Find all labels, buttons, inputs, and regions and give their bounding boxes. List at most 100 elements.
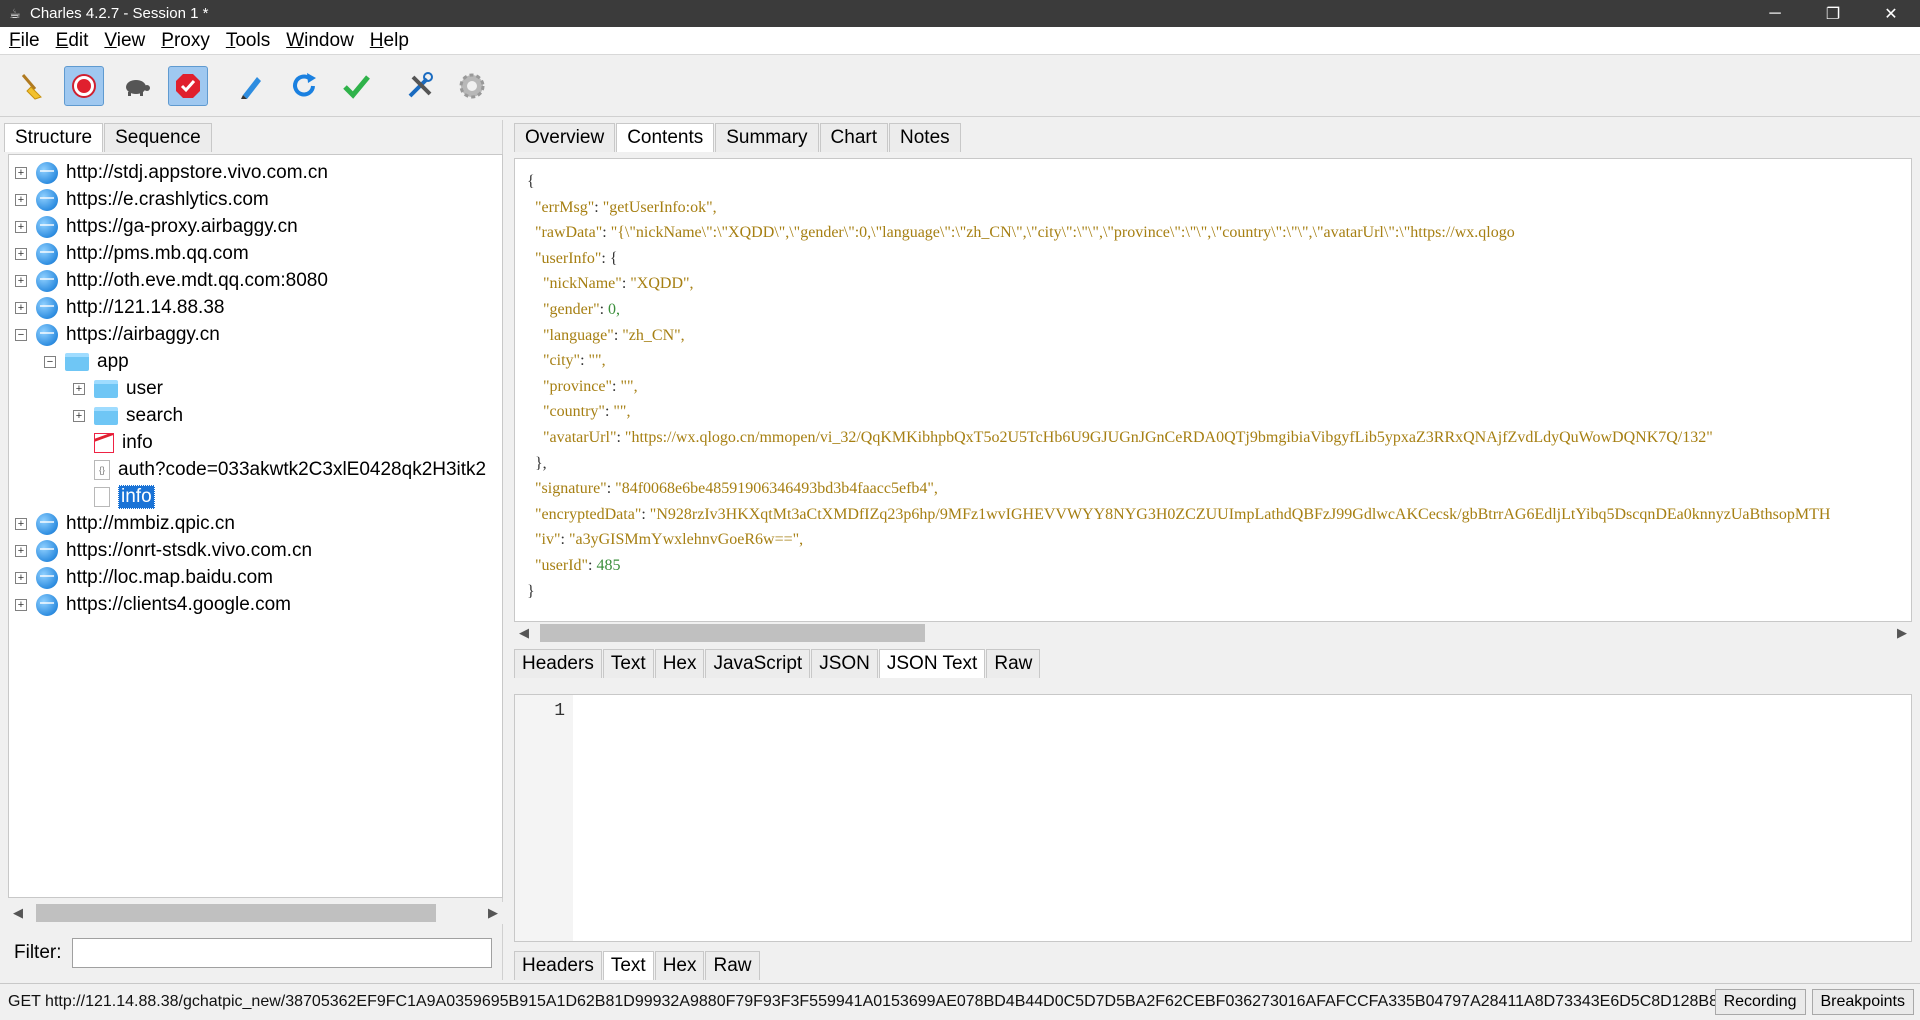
menu-mnemonic: E [55,29,69,51]
filter-input[interactable] [71,938,492,968]
expand-icon[interactable]: + [15,220,27,233]
expand-icon[interactable]: + [15,544,27,557]
expand-icon[interactable]: + [73,409,85,422]
folder-icon [94,406,118,425]
tree-node[interactable]: + http://121.14.88.38 [15,294,224,321]
request-tab-javascript[interactable]: JavaScript [705,649,811,678]
expand-icon[interactable]: + [15,598,27,611]
tree-node-label: auth?code=033akwtk2C3xlE0428qk2H3itk2 [118,458,487,480]
response-tab-text[interactable]: Text [602,951,654,980]
tree-node[interactable]: {} auth?code=033akwtk2C3xlE0428qk2H3itk2 [73,456,486,483]
request-tab-hex[interactable]: Hex [654,649,705,678]
tree-node-label: http://stdj.appstore.vivo.com.cn [66,161,328,183]
close-button[interactable]: ✕ [1862,0,1920,27]
tree-node[interactable]: + https://onrt-stsdk.vivo.com.cn [15,537,312,564]
response-tab-headers[interactable]: Headers [514,951,602,980]
tree-node[interactable]: + http://stdj.appstore.vivo.com.cn [15,159,328,186]
json-viewer[interactable]: { "errMsg": "getUserInfo:ok", "rawData":… [514,158,1912,622]
menu-view[interactable]: View [95,30,152,52]
tree-node[interactable]: + https://e.crashlytics.com [15,186,269,213]
breakpoints-status-button[interactable]: Breakpoints [1811,989,1914,1015]
tools-button[interactable] [400,66,440,106]
request-tab-json[interactable]: JSON [811,649,878,678]
minimize-button[interactable]: ─ [1746,0,1804,27]
tab-notes[interactable]: Notes [889,123,961,152]
tree-horizontal-scrollbar[interactable]: ◀ ▶ [8,902,503,924]
tab-summary[interactable]: Summary [715,123,819,152]
throttle-button[interactable] [116,66,156,106]
tree-node[interactable]: − app [44,348,129,375]
expand-icon[interactable]: + [15,571,27,584]
tree-node[interactable]: + http://pms.mb.qq.com [15,240,249,267]
compose-button[interactable] [232,66,272,106]
scroll-track [28,904,483,922]
json-line: "rawData": "{\"nickName\":\"XQDD\",\"gen… [535,224,1515,242]
request-tab-text[interactable]: Text [602,649,654,678]
expand-icon[interactable]: + [15,247,27,260]
record-button[interactable] [64,65,104,106]
validate-button[interactable] [336,66,376,106]
menu-file[interactable]: File [0,30,47,52]
menu-label: roxy [173,29,210,51]
collapse-icon[interactable]: − [15,328,27,341]
json-horizontal-scrollbar[interactable]: ◀ ▶ [514,622,1912,644]
menu-help[interactable]: Help [361,30,416,52]
tree-node[interactable]: + search [73,402,183,429]
breakpoints-button[interactable] [168,65,208,106]
breakpoint-icon [176,73,200,98]
tab-overview[interactable]: Overview [514,123,616,152]
scroll-thumb[interactable] [36,904,436,922]
menu-proxy[interactable]: Proxy [152,30,217,52]
globe-icon [36,593,58,616]
expand-icon[interactable]: + [15,301,27,314]
tree-node[interactable]: info [73,483,155,510]
tree-node[interactable]: + http://oth.eve.mdt.qq.com:8080 [15,267,328,294]
menu-tools[interactable]: Tools [217,30,277,52]
tree-node-label: http://loc.map.baidu.com [66,566,273,588]
menu-label: iew [116,29,146,51]
expand-icon[interactable]: + [15,274,27,287]
json-line: "iv": "a3yGISMmYwxlehnvGoeR6w==", [535,531,804,549]
tree-node[interactable]: + http://mmbiz.qpic.cn [15,510,235,537]
tab-contents[interactable]: Contents [616,123,715,152]
response-tab-raw[interactable]: Raw [705,951,760,980]
expand-icon[interactable]: + [15,193,27,206]
settings-button[interactable] [452,66,492,106]
json-line: "city": "", [543,352,606,370]
request-tab-headers[interactable]: Headers [514,649,602,678]
repeat-button[interactable] [284,66,324,106]
scroll-left-arrow-icon[interactable]: ◀ [514,625,534,641]
tab-chart[interactable]: Chart [819,123,888,152]
tree-node[interactable]: + user [73,375,163,402]
request-tab-json-text[interactable]: JSON Text [878,649,986,678]
menu-edit[interactable]: Edit [47,30,96,52]
request-tab-raw[interactable]: Raw [986,649,1041,678]
response-editor[interactable]: 1 [514,694,1912,942]
globe-icon [36,512,58,535]
tree-node[interactable]: info [73,429,153,456]
collapse-icon[interactable]: − [44,355,56,368]
tree-node[interactable]: − https://airbaggy.cn [15,321,220,348]
expand-icon[interactable]: + [73,382,85,395]
tree-node[interactable]: + http://loc.map.baidu.com [15,564,273,591]
tab-sequence[interactable]: Sequence [104,123,212,152]
json-content: { "errMsg": "getUserInfo:ok", "rawData":… [527,169,1830,604]
scroll-left-arrow-icon[interactable]: ◀ [8,905,28,921]
recording-button[interactable]: Recording [1714,989,1806,1015]
menu-window[interactable]: Window [277,30,361,52]
tree-node[interactable]: + https://clients4.google.com [15,591,291,618]
expand-icon[interactable]: + [15,166,27,179]
broom-icon [21,73,42,100]
menu-label: indow [304,29,354,51]
restore-button[interactable]: ❐ [1804,0,1862,27]
scroll-right-arrow-icon[interactable]: ▶ [483,905,503,921]
clear-session-button[interactable] [12,66,52,106]
folder-icon [65,352,89,371]
expand-icon[interactable]: + [15,517,27,530]
scroll-thumb[interactable] [540,624,925,642]
tab-structure[interactable]: Structure [4,123,104,152]
globe-icon [36,215,58,238]
tree-node[interactable]: + https://ga-proxy.airbaggy.cn [15,213,298,240]
scroll-right-arrow-icon[interactable]: ▶ [1892,625,1912,641]
response-tab-hex[interactable]: Hex [654,951,705,980]
